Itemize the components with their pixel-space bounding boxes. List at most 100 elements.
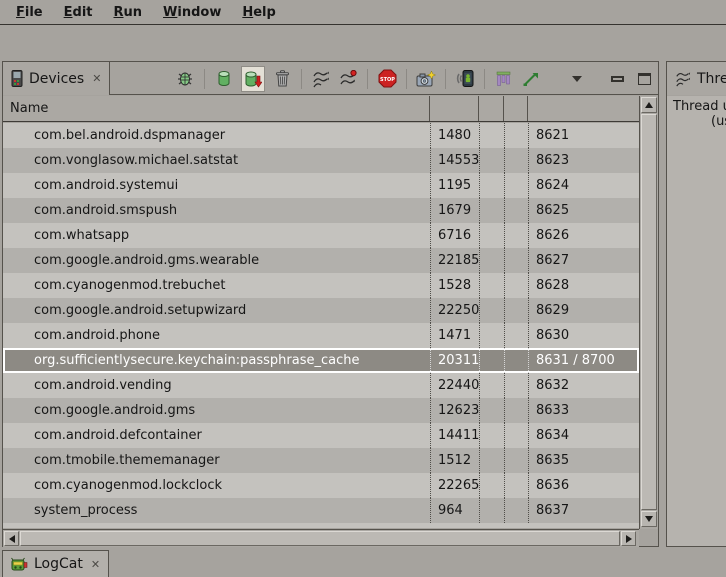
dump-hprof-button[interactable] <box>241 66 265 92</box>
device-process-row[interactable]: com.cyanogenmod.trebuchet15288628 <box>3 273 639 298</box>
status-cell <box>504 198 528 223</box>
device-process-row[interactable]: com.vonglasow.michael.satstat145538623 <box>3 148 639 173</box>
name-column-header[interactable]: Name <box>3 96 430 121</box>
device-process-row[interactable]: com.android.vending224408632 <box>3 373 639 398</box>
pid-cell: 22250 <box>430 298 479 323</box>
device-process-row[interactable]: com.android.defcontainer144118634 <box>3 423 639 448</box>
menu-item-run[interactable]: Run <box>107 3 150 22</box>
pid-cell: 1679 <box>430 198 479 223</box>
pid-cell: 1471 <box>430 323 479 348</box>
scroll-left-button[interactable] <box>4 531 19 546</box>
device-table-rows: com.bel.android.dspmanager14808621com.vo… <box>3 123 639 528</box>
menu-item-file[interactable]: File <box>9 3 50 22</box>
port-cell: 8627 <box>528 248 639 273</box>
toolbar-separator <box>367 69 368 89</box>
status-column-header[interactable] <box>479 96 504 121</box>
horizontal-scrollbar-thumb[interactable] <box>20 531 620 546</box>
pid-cell: 1480 <box>430 123 479 148</box>
cause-gc-button[interactable] <box>272 68 292 90</box>
process-name-cell: com.bel.android.dspmanager <box>3 123 430 148</box>
tab-devices-close-icon[interactable]: ✕ <box>90 72 101 85</box>
process-name-cell: com.google.android.gms <box>3 398 430 423</box>
status-cell <box>504 323 528 348</box>
device-process-row[interactable]: org.sufficientlysecure.keychain:passphra… <box>3 348 639 373</box>
capture-systrace-button[interactable] <box>521 68 541 90</box>
start-method-profiling-button[interactable] <box>338 68 358 90</box>
screen-capture-button[interactable] <box>416 68 436 90</box>
device-process-row[interactable]: com.cyanogenmod.lockclock222658636 <box>3 473 639 498</box>
toolbar-separator <box>301 69 302 89</box>
tab-threads[interactable]: Threads ✕ <box>667 62 726 95</box>
device-process-row[interactable]: com.google.android.gms126238633 <box>3 398 639 423</box>
debug-process-button[interactable] <box>175 68 195 90</box>
port-cell: 8626 <box>528 223 639 248</box>
menu-item-edit[interactable]: Edit <box>57 3 100 22</box>
pid-cell: 22185 <box>430 248 479 273</box>
port-cell: 8630 <box>528 323 639 348</box>
pid-cell: 20311 <box>430 348 479 373</box>
status-cell <box>504 498 528 523</box>
pid-cell: 22265 <box>430 473 479 498</box>
menu-item-help[interactable]: Help <box>235 3 282 22</box>
threads-tabbar: Threads ✕ <box>667 62 726 95</box>
view-menu-chevron-icon <box>572 76 582 82</box>
tab-logcat-close-icon[interactable]: ✕ <box>89 558 100 571</box>
process-name-cell: com.android.vending <box>3 373 430 398</box>
menubar: File Edit Run Window Help <box>0 0 726 25</box>
port-cell: 8633 <box>528 398 639 423</box>
device-process-row[interactable]: com.google.android.setupwizard222508629 <box>3 298 639 323</box>
process-name-cell: com.android.defcontainer <box>3 423 430 448</box>
start-method-profiling-icon <box>339 70 357 88</box>
screen-record-button[interactable] <box>455 68 475 90</box>
status-column-header[interactable] <box>504 96 528 121</box>
arrow-right-icon <box>626 535 632 543</box>
tab-threads-label: Threads <box>697 71 726 87</box>
dump-view-hierarchy-button[interactable] <box>494 68 514 90</box>
process-name-cell: com.google.android.setupwizard <box>3 298 430 323</box>
horizontal-scrollbar[interactable] <box>3 529 639 547</box>
process-name-cell: com.vonglasow.michael.satstat <box>3 148 430 173</box>
port-cell: 8634 <box>528 423 639 448</box>
tab-devices[interactable]: Devices ✕ <box>3 62 110 95</box>
logcat-icon <box>11 557 28 572</box>
port-cell: 8632 <box>528 373 639 398</box>
device-process-row[interactable]: com.android.systemui11958624 <box>3 173 639 198</box>
devices-toolbar: STOP <box>175 62 654 95</box>
status-cell <box>479 273 504 298</box>
device-process-row[interactable]: com.google.android.gms.wearable221858627 <box>3 248 639 273</box>
port-cell: 8628 <box>528 273 639 298</box>
minimize-icon <box>611 76 624 82</box>
svg-text:STOP: STOP <box>380 77 395 83</box>
screen-capture-icon <box>416 70 436 88</box>
device-process-row[interactable]: com.android.phone14718630 <box>3 323 639 348</box>
scroll-right-button[interactable] <box>621 531 636 546</box>
debug-bug-icon <box>176 70 194 88</box>
threads-message-line1: Thread updates not enabled for selected … <box>667 99 726 114</box>
update-threads-button[interactable] <box>311 68 331 90</box>
dump-view-hierarchy-icon <box>495 71 513 87</box>
status-cell <box>479 123 504 148</box>
scroll-down-button[interactable] <box>641 511 657 527</box>
view-menu-button[interactable] <box>567 68 587 90</box>
scroll-up-button[interactable] <box>641 97 657 113</box>
minimize-button[interactable] <box>607 68 627 90</box>
device-process-row[interactable]: com.tmobile.thememanager15128635 <box>3 448 639 473</box>
port-column-header[interactable] <box>528 96 639 121</box>
maximize-button[interactable] <box>634 68 654 90</box>
arrow-up-icon <box>645 102 653 108</box>
update-heap-button[interactable] <box>214 68 234 90</box>
pid-cell: 1528 <box>430 273 479 298</box>
pid-column-header[interactable] <box>430 96 479 121</box>
device-process-row[interactable]: com.whatsapp67168626 <box>3 223 639 248</box>
port-cell: 8635 <box>528 448 639 473</box>
menu-item-window[interactable]: Window <box>156 3 228 22</box>
device-process-row[interactable]: com.bel.android.dspmanager14808621 <box>3 123 639 148</box>
vertical-scrollbar[interactable] <box>639 96 658 529</box>
vertical-scrollbar-thumb[interactable] <box>641 114 657 510</box>
device-process-row[interactable]: com.android.smspush16798625 <box>3 198 639 223</box>
tab-logcat[interactable]: LogCat ✕ <box>2 550 109 577</box>
status-cell <box>504 398 528 423</box>
arrow-down-icon <box>645 516 653 522</box>
stop-process-button[interactable]: STOP <box>377 68 397 90</box>
device-process-row[interactable]: system_process9648637 <box>3 498 639 523</box>
